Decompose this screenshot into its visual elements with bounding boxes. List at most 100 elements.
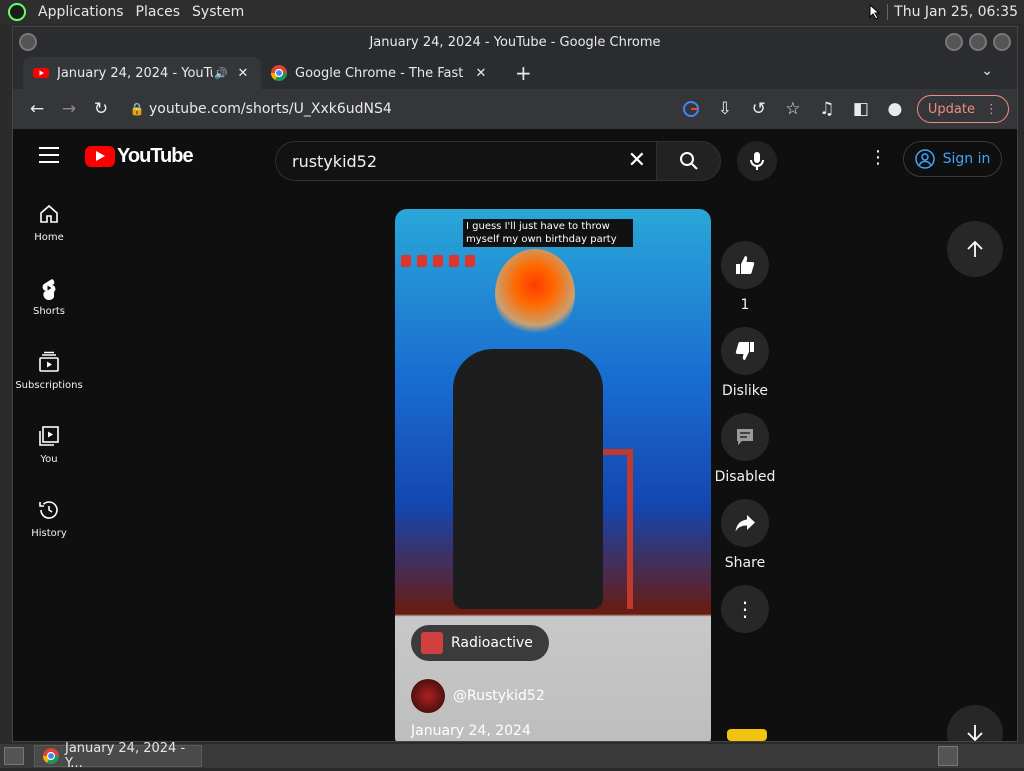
video-bunting-decoration [401,255,497,269]
channel-handle[interactable]: @Rustykid52 [453,688,545,704]
tab-strip: January 24, 2024 - YouTube 🔊 ✕ Google Ch… [13,57,1017,89]
video-person-shape [453,349,603,609]
arrow-down-icon [967,725,983,741]
next-short-button[interactable] [947,705,1003,741]
panel-separator [887,4,889,20]
dislike-button[interactable] [721,327,769,375]
close-window-button[interactable] [993,33,1011,51]
search-icon [679,152,698,170]
comments-button[interactable] [721,413,769,461]
dislike-action: Dislike [721,327,769,399]
mini-guide: Home Shorts Subscriptions You History [13,185,85,555]
lock-icon[interactable]: 🔒 [125,102,149,116]
maximize-button[interactable] [969,33,987,51]
comments-action: Disabled [715,413,775,485]
thumbs-up-icon [736,256,755,274]
menu-system[interactable]: System [192,4,244,20]
google-lens-icon[interactable] [675,93,707,125]
clock[interactable]: Thu Jan 25, 06:35 [894,4,1018,20]
share-action: Share [721,499,769,571]
arrow-up-icon [967,240,983,257]
more-options-button[interactable]: ⋮ [721,585,769,633]
tab-title: Google Chrome - The Fast & Secure Web Br… [295,65,467,81]
forward-button[interactable]: → [53,93,85,125]
shorts-video-player[interactable]: I guess I'll just have to throw myself m… [395,209,711,741]
channel-link[interactable]: @Rustykid52 [411,679,545,713]
youtube-wordmark: YouTube [117,145,194,167]
desktop-taskbar: January 24, 2024 - Y... [0,741,1024,771]
url-text[interactable]: youtube.com/shorts/U_Xxk6udNS4 [149,101,392,117]
tab-chrome[interactable]: Google Chrome - The Fast & Secure Web Br… [261,57,499,89]
like-button[interactable] [721,241,769,289]
chrome-menu-icon[interactable]: ⋮ [985,102,998,117]
update-label: Update [927,101,975,117]
audio-playing-icon[interactable]: 🔊 [213,67,229,80]
install-app-icon[interactable]: ⇩ [709,93,741,125]
new-tab-button[interactable]: + [515,57,532,89]
comments-label: Disabled [714,469,776,485]
sign-in-button[interactable]: Sign in [903,141,1002,177]
sound-chip-label: Radioactive [451,635,533,651]
avatar[interactable] [411,679,445,713]
sidebar-item-label: History [31,527,67,539]
sound-chip[interactable]: Radioactive [411,625,549,661]
tab-search-chevron-icon[interactable]: ⌄ [981,63,993,79]
browser-toolbar: ← → ↻ 🔒 youtube.com/shorts/U_Xxk6udNS4 ⇩… [13,89,1017,129]
search-button[interactable] [657,141,721,181]
sidebar-item-subscriptions[interactable]: Subscriptions [13,333,85,407]
previous-short-button[interactable] [947,221,1003,277]
share-icon[interactable]: ↺ [743,93,775,125]
youtube-page: YouTube rustykid52 ✕ ⋮ Sign in Home Shor… [13,129,1017,741]
close-tab-icon[interactable]: ✕ [235,66,251,81]
media-controls-icon[interactable]: ♫ [811,93,843,125]
reload-button[interactable]: ↻ [85,93,117,125]
youtube-header: YouTube rustykid52 ✕ ⋮ Sign in [13,129,1017,185]
youtube-logo[interactable]: YouTube [85,145,194,168]
mouse-pointer-icon [869,4,881,20]
shorts-icon [42,278,56,300]
menu-applications[interactable]: Applications [38,4,124,20]
sidebar-item-shorts[interactable]: Shorts [13,259,85,333]
desktop-menu: Applications Places System [0,0,244,24]
hamburger-menu-icon[interactable] [39,147,59,163]
chrome-icon [43,748,59,764]
window-menu-button[interactable] [19,33,37,51]
distro-logo-icon[interactable] [8,3,26,21]
shorts-action-bar: 1 Dislike Disabled Share ⋮ [715,241,775,633]
bookmark-star-icon[interactable]: ☆ [777,93,809,125]
sidebar-item-you[interactable]: You [13,407,85,481]
side-panel-icon[interactable]: ◧ [845,93,877,125]
clear-search-icon[interactable]: ✕ [628,148,646,173]
microphone-icon [750,152,764,170]
tab-youtube[interactable]: January 24, 2024 - YouTube 🔊 ✕ [23,57,261,89]
profile-icon[interactable]: ● [879,93,911,125]
like-action: 1 [721,241,769,313]
address-bar[interactable]: 🔒 youtube.com/shorts/U_Xxk6udNS4 [125,93,705,125]
sidebar-item-home[interactable]: Home [13,185,85,259]
tab-title: January 24, 2024 - YouTube [57,65,213,81]
sound-preview-thumbnail[interactable] [727,729,767,741]
dislike-label: Dislike [722,383,768,399]
window-titlebar[interactable]: January 24, 2024 - YouTube - Google Chro… [13,27,1017,57]
sidebar-item-history[interactable]: History [13,481,85,555]
panel-right: Thu Jan 25, 06:35 [869,0,1018,24]
settings-kebab-icon[interactable]: ⋮ [869,147,887,168]
window-title: January 24, 2024 - YouTube - Google Chro… [369,34,661,50]
minimize-button[interactable] [945,33,963,51]
show-desktop-icon[interactable] [4,747,24,765]
search-input[interactable]: rustykid52 ✕ [275,141,657,181]
search-value[interactable]: rustykid52 [292,152,377,171]
close-tab-icon[interactable]: ✕ [473,66,489,81]
menu-places[interactable]: Places [136,4,181,20]
account-circle-icon [914,149,935,169]
taskbar-window-button[interactable]: January 24, 2024 - Y... [34,741,202,771]
tray-chrome-icon[interactable] [938,746,958,766]
share-button[interactable] [721,499,769,547]
video-caption-text: I guess I'll just have to throw myself m… [463,219,633,247]
sidebar-item-label: Subscriptions [15,379,83,391]
update-button[interactable]: Update ⋮ [916,95,1009,123]
home-icon [40,204,58,223]
voice-search-button[interactable] [737,141,777,181]
back-button[interactable]: ← [21,93,53,125]
subscriptions-icon [39,351,59,372]
